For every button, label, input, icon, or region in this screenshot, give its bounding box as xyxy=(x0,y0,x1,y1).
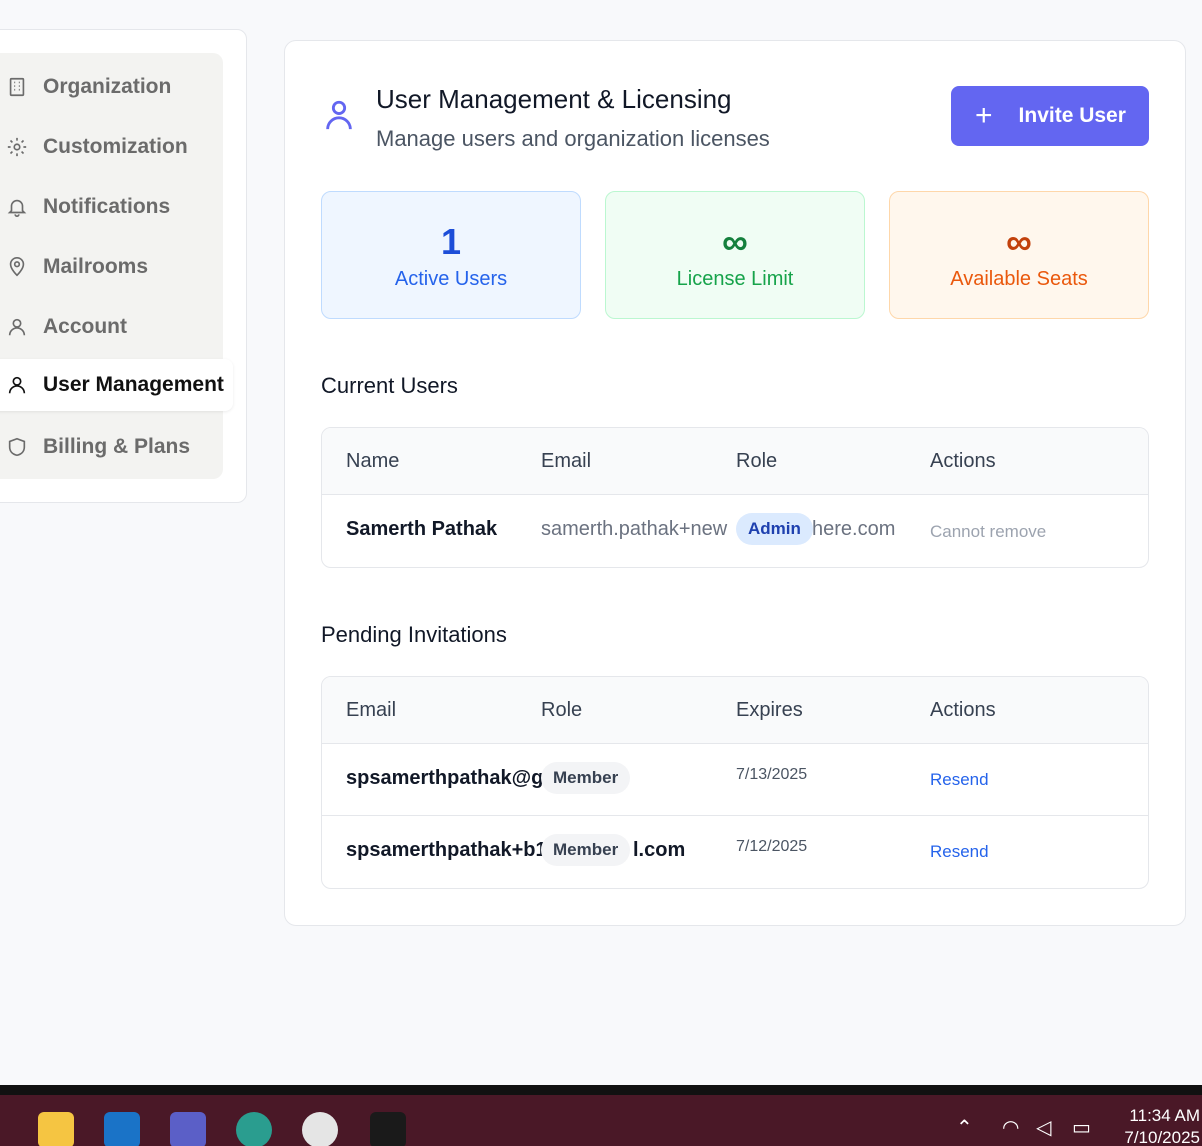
sidebar-item-label: User Management xyxy=(43,373,224,396)
available-seats-card: ∞ Available Seats xyxy=(889,191,1149,319)
column-header: Expires xyxy=(736,699,803,721)
pending-invitations-table: Email Role Expires Actions spsamerthpath… xyxy=(321,676,1149,889)
active-users-label: Active Users xyxy=(394,268,508,290)
user-email-end: here.com xyxy=(812,518,896,540)
clock[interactable]: 11:34 AM 7/10/2025 xyxy=(1124,1105,1200,1146)
invite-email: spsamerthpathak@g xyxy=(346,767,544,789)
plus-icon: + xyxy=(975,99,993,132)
available-seats-value: ∞ xyxy=(1006,221,1032,262)
available-seats-label: Available Seats xyxy=(950,268,1088,290)
sidebar-item-label: Mailrooms xyxy=(43,255,149,278)
table-row: Samerth Pathak samerth.pathak+new here.c… xyxy=(322,495,1148,567)
clock-time: 11:34 AM xyxy=(1129,1106,1200,1125)
taskbar: ⌃ ◠ ◁ ▭ 11:34 AM 7/10/2025 xyxy=(0,1085,1202,1146)
outlook-icon[interactable] xyxy=(104,1112,140,1146)
table-header: Name Email Role Actions xyxy=(322,428,1148,495)
active-users-card: 1 Active Users xyxy=(321,191,581,319)
active-users-count: 1 xyxy=(440,221,462,262)
bell-icon xyxy=(4,194,30,220)
column-header: Role xyxy=(736,450,778,472)
column-header: Actions xyxy=(930,699,996,721)
user-icon xyxy=(4,372,30,398)
sidebar-nav: Organization Customization Notifications… xyxy=(0,53,233,479)
table-row: spsamerthpathak@g Member 7/13/2025 Resen… xyxy=(322,744,1148,816)
battery-icon[interactable]: ▭ xyxy=(1072,1115,1091,1140)
current-users-table: Name Email Role Actions Samerth Pathak s… xyxy=(321,427,1149,568)
teams-icon[interactable] xyxy=(170,1112,206,1146)
expires-date: 7/13/2025 xyxy=(736,766,808,783)
invite-email-end: l.com xyxy=(633,839,686,861)
cannot-remove-text: Cannot remove xyxy=(930,522,1047,541)
sidebar-item-label: Account xyxy=(43,315,127,338)
role-badge: Admin xyxy=(736,513,813,545)
table-row: spsamerthpathak+b1 l.com Member 7/12/202… xyxy=(322,816,1148,888)
expires-date: 7/12/2025 xyxy=(736,838,808,855)
sidebar-item-label: Notifications xyxy=(43,195,171,218)
invite-user-button[interactable]: + Invite User xyxy=(951,86,1149,146)
column-header: Email xyxy=(346,699,397,721)
clock-date: 7/10/2025 xyxy=(1124,1128,1200,1146)
wifi-icon[interactable]: ◠ xyxy=(1002,1115,1019,1140)
sidebar-item-account[interactable]: Account xyxy=(0,301,223,353)
sidebar-item-label: Billing & Plans xyxy=(43,435,191,458)
resend-link[interactable]: Resend xyxy=(930,842,989,862)
column-header: Actions xyxy=(930,450,996,472)
edge-icon[interactable] xyxy=(236,1112,272,1146)
role-badge: Member xyxy=(541,834,631,866)
user-email: samerth.pathak+new xyxy=(541,518,728,540)
gear-icon xyxy=(4,134,30,160)
chrome-icon[interactable] xyxy=(302,1112,338,1146)
shield-icon xyxy=(4,434,30,460)
volume-icon[interactable]: ◁ xyxy=(1036,1115,1051,1140)
role-badge: Member xyxy=(541,762,631,794)
page-subtitle: Manage users and organization licenses xyxy=(376,126,770,151)
sidebar-item-mailrooms[interactable]: Mailrooms xyxy=(0,241,223,293)
sidebar-item-customization[interactable]: Customization xyxy=(0,121,223,173)
sidebar-item-organization[interactable]: Organization xyxy=(0,61,223,113)
sidebar-item-user-management[interactable]: User Management xyxy=(0,359,233,411)
resend-link[interactable]: Resend xyxy=(930,770,989,790)
file-explorer-icon[interactable] xyxy=(38,1112,74,1146)
column-header: Name xyxy=(346,450,400,472)
current-users-title: Current Users xyxy=(321,373,458,398)
user-icon xyxy=(4,314,30,340)
table-header: Email Role Expires Actions xyxy=(322,677,1148,744)
page-title: User Management & Licensing xyxy=(376,84,732,114)
sidebar-item-billing[interactable]: Billing & Plans xyxy=(0,421,223,473)
chevron-up-icon[interactable]: ⌃ xyxy=(956,1115,973,1140)
sidebar-item-label: Customization xyxy=(43,135,188,158)
sidebar-item-label: Organization xyxy=(43,75,172,98)
pending-invitations-title: Pending Invitations xyxy=(321,622,507,647)
sidebar-item-notifications[interactable]: Notifications xyxy=(0,181,223,233)
invite-email: spsamerthpathak+b1 xyxy=(346,839,547,861)
map-pin-icon xyxy=(4,254,30,280)
column-header: Email xyxy=(541,450,592,472)
license-limit-value: ∞ xyxy=(722,221,748,262)
license-limit-label: License Limit xyxy=(676,268,794,290)
column-header: Role xyxy=(541,699,583,721)
invite-user-label: Invite User xyxy=(1018,104,1126,127)
app-icon[interactable] xyxy=(370,1112,406,1146)
user-name: Samerth Pathak xyxy=(346,518,498,540)
user-icon xyxy=(322,98,356,132)
building-icon xyxy=(4,74,30,100)
license-limit-card: ∞ License Limit xyxy=(605,191,865,319)
